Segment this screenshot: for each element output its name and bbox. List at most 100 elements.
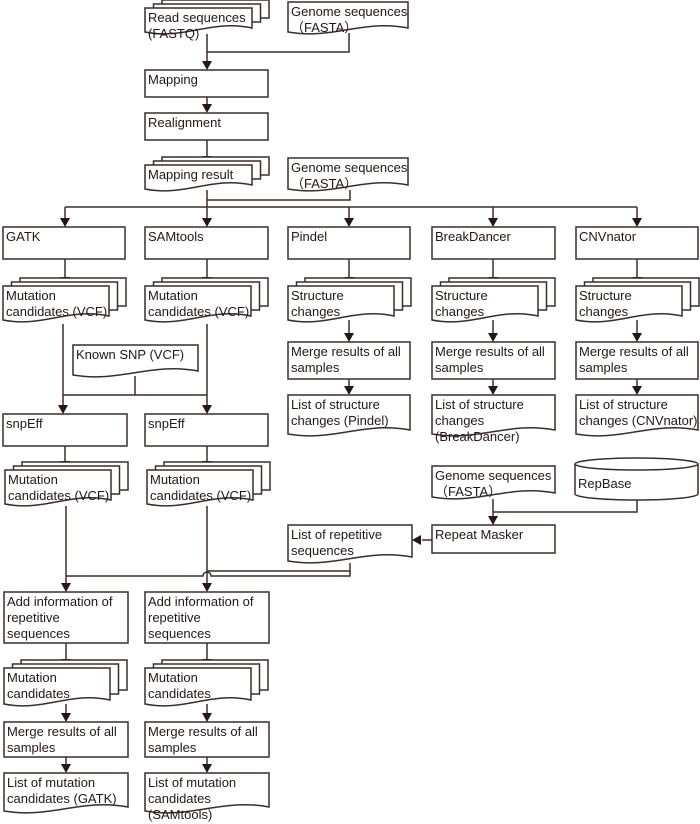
node-snpeff-sam: snpEff [144, 413, 269, 447]
node-genome-1: Genome sequences（FASTA） [287, 1, 409, 35]
arrow-head [202, 583, 212, 592]
node-label: Merge results of all [7, 724, 117, 739]
nodes: Read sequences(FASTQ)Genome sequences（FA… [2, 0, 700, 822]
node-label: sequences [7, 626, 70, 641]
node-label: List of structure [435, 397, 524, 412]
node-label: List of mutation [148, 775, 236, 790]
node-label: candidates (VCF) [8, 488, 109, 503]
node-mut-vcf-sam: Mutationcandidates (VCF) [144, 277, 269, 323]
node-label: candidates [148, 686, 211, 701]
node-label: SAMtools [148, 229, 204, 244]
node-label: Genome sequences [291, 160, 408, 175]
node-label: Mutation [148, 288, 198, 303]
node-label: Mutation [150, 472, 200, 487]
node-merge-pindel: Merge results of allsamples [287, 341, 411, 380]
node-gatk: GATK [2, 226, 126, 260]
node-label: List of structure [579, 397, 668, 412]
node-label: BreakDancer [435, 229, 512, 244]
node-label: sequences [148, 626, 211, 641]
arrow-head [61, 713, 71, 722]
node-label: （FASTA） [291, 20, 357, 35]
arrow-head [61, 764, 71, 773]
node-label: sequences [291, 543, 354, 558]
node-list-sam: List of mutationcandidates(SAMtools) [144, 772, 270, 822]
arrow-head [488, 218, 498, 227]
node-genome-3: Genome sequences（FASTA） [431, 465, 556, 500]
node-list-pindel: List of structurechanges (Pindel) [287, 394, 411, 437]
node-label: samples [148, 740, 197, 755]
node-cnvnator: CNVnator [575, 226, 699, 260]
node-label: (BreakDancer) [435, 429, 520, 444]
arrow-head [632, 386, 642, 395]
node-label: Structure [291, 288, 344, 303]
node-label: samples [435, 360, 484, 375]
connector-line [206, 33, 350, 53]
node-label: samples [291, 360, 340, 375]
connector-line [207, 190, 351, 201]
arrow-head [344, 333, 354, 342]
node-label: candidates (VCF) [148, 304, 249, 319]
node-label: changes [291, 304, 341, 319]
arrow-head [344, 386, 354, 395]
node-mut-gatk: Mutationcandidates [3, 659, 128, 707]
node-list-cnv: List of structurechanges (CNVnator) [575, 394, 699, 437]
node-label: Mutation [8, 472, 58, 487]
node-label: Mutation [148, 670, 198, 685]
node-label: Pindel [291, 229, 327, 244]
arrow-head [632, 218, 642, 227]
node-label: Known SNP (VCF) [76, 347, 184, 362]
node-struct-pindel: Structurechanges [287, 277, 412, 323]
node-merge-bd: Merge results of allsamples [431, 341, 556, 380]
node-label: Repeat Masker [435, 527, 524, 542]
node-repeat-masker: Repeat Masker [431, 524, 556, 554]
node-label: List of mutation [7, 775, 95, 790]
node-label: Add information of [7, 594, 113, 609]
arrow-head [202, 104, 212, 113]
arrow-head [488, 333, 498, 342]
node-realignment: Realignment [144, 112, 269, 141]
node-snpeff-gatk: snpEff [2, 413, 128, 447]
node-label: changes [579, 304, 629, 319]
node-label: candidates (VCF) [6, 304, 107, 319]
node-label: Mapping [148, 72, 198, 87]
node-label: changes (CNVnator) [579, 413, 698, 428]
node-list-repetitive: List of repetitivesequences [287, 524, 413, 564]
arrow-head [202, 218, 212, 227]
node-label: Genome sequences [291, 4, 408, 19]
node-label: （FASTA） [435, 484, 501, 499]
node-mut-sam: Mutationcandidates [144, 659, 269, 707]
node-label: RepBase [578, 476, 631, 491]
node-list-gatk: List of mutationcandidates (GATK) [3, 772, 129, 814]
node-addinfo-gatk: Add information ofrepetitivesequences [3, 591, 129, 644]
node-label: candidates (VCF) [150, 488, 251, 503]
arrow-head [344, 218, 354, 227]
arrow-head [632, 333, 642, 342]
arrow-head [488, 386, 498, 395]
node-label: samples [7, 740, 56, 755]
node-label: Merge results of all [148, 724, 258, 739]
node-label: Genome sequences [435, 468, 552, 483]
node-label: （FASTA） [291, 176, 357, 191]
arrow-head [58, 405, 68, 414]
node-label: changes [435, 304, 485, 319]
node-label: changes [435, 413, 485, 428]
node-addinfo-sam: Add information ofrepetitivesequences [144, 591, 270, 644]
node-label: (FASTQ) [148, 26, 199, 41]
node-list-bd: List of structurechanges(BreakDancer) [431, 394, 556, 444]
node-mapping-result: Mapping result [144, 156, 270, 192]
node-label: CNVnator [579, 229, 637, 244]
connector-line [207, 563, 351, 572]
node-label: Merge results of all [435, 344, 545, 359]
node-label: Structure [579, 288, 632, 303]
node-struct-bd: Structurechanges [431, 277, 556, 323]
arrow-head [202, 405, 212, 414]
node-label: Structure [435, 288, 488, 303]
node-label: List of repetitive [291, 527, 382, 542]
node-label: Merge results of all [291, 344, 401, 359]
node-label: candidates [148, 791, 211, 806]
node-label: Mutation [7, 670, 57, 685]
arrow-head [412, 535, 421, 545]
arrow-head [202, 764, 212, 773]
node-label: candidates (GATK) [7, 791, 117, 806]
node-genome-2: Genome sequences（FASTA） [287, 157, 409, 192]
